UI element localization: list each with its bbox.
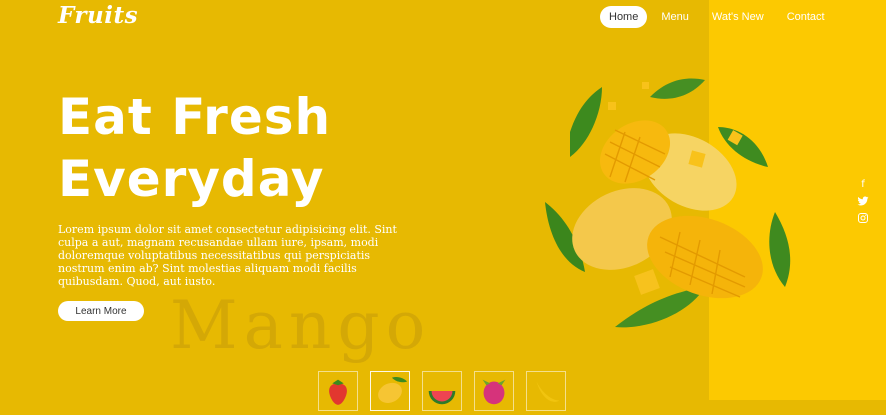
nav-whats-new[interactable]: Wat's New (703, 6, 773, 28)
facebook-icon[interactable]: f (856, 178, 870, 192)
nav-contact[interactable]: Contact (778, 6, 834, 28)
thumbnail-strawberry[interactable] (318, 371, 358, 411)
fruit-watermark: Mango (170, 287, 432, 364)
nav-home[interactable]: Home (600, 6, 648, 28)
fruit-thumbnails (318, 371, 578, 411)
logo[interactable]: Fruits (58, 2, 138, 29)
thumbnail-mango[interactable] (370, 371, 410, 411)
hero-title: Eat Fresh Everyday (58, 86, 331, 210)
learn-more-button[interactable]: Learn More (58, 301, 144, 321)
hero-title-line2: Everyday (58, 150, 325, 208)
social-links: f (856, 178, 870, 229)
twitter-icon[interactable] (856, 195, 870, 209)
thumbnail-watermelon[interactable] (422, 371, 462, 411)
mango-illustration (545, 78, 791, 328)
thumbnail-banana[interactable] (526, 371, 566, 411)
leaf-icons (545, 78, 791, 328)
nav-menu[interactable]: Menu (652, 6, 698, 28)
hero-description: Lorem ipsum dolor sit amet consectetur a… (58, 223, 397, 288)
thumbnail-dragon-fruit[interactable] (474, 371, 514, 411)
top-nav: Home Menu Wat's New Contact (600, 6, 839, 28)
instagram-icon[interactable] (856, 212, 870, 226)
hero-title-line1: Eat Fresh (58, 88, 332, 146)
